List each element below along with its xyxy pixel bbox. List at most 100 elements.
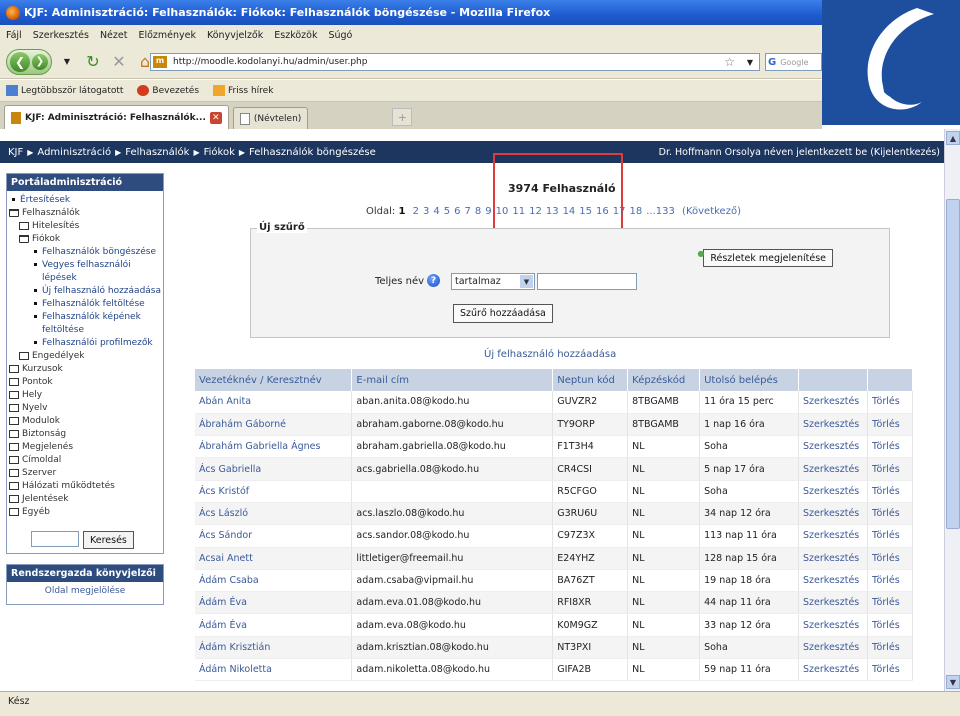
edit-user-link[interactable]: Szerkesztés [798, 636, 868, 660]
breadcrumb-users[interactable]: Felhasználók [125, 147, 189, 158]
delete-user-link[interactable]: Törlés [867, 547, 914, 570]
bookmark-page-link[interactable]: Oldal megjelölése [7, 582, 163, 604]
col-neptun[interactable]: Neptun kód [552, 369, 629, 391]
admin-search-input[interactable] [31, 531, 79, 547]
pager-link[interactable]: 5 [444, 206, 450, 217]
sidebar-item[interactable]: Pontok [9, 376, 161, 389]
edit-user-link[interactable]: Szerkesztés [798, 413, 868, 437]
pager-link[interactable]: 7 [465, 206, 471, 217]
sidebar-item[interactable]: Szerver [9, 467, 161, 480]
user-name-link[interactable]: Ács Gabriella [195, 457, 353, 481]
sidebar-item[interactable]: Felhasználók böngészése [9, 246, 161, 259]
sidebar-item[interactable]: Értesítések [9, 194, 161, 207]
pager-link[interactable]: 6 [454, 206, 460, 217]
sidebar-item[interactable]: Megjelenés [9, 441, 161, 454]
pager-link[interactable]: ...133 [646, 206, 675, 217]
user-name-link[interactable]: Ács Kristóf [195, 480, 353, 503]
user-name-link[interactable]: Ádám Csaba [195, 569, 353, 593]
breadcrumb-kjf[interactable]: KJF [8, 147, 23, 158]
scroll-up-icon[interactable]: ▲ [946, 131, 960, 145]
pager-link[interactable]: 11 [512, 206, 525, 217]
add-filter-button[interactable]: Szűrő hozzáadása [453, 304, 553, 323]
new-tab-button[interactable]: + [392, 108, 413, 126]
user-name-link[interactable]: Abán Anita [195, 391, 353, 414]
edit-user-link[interactable]: Szerkesztés [798, 591, 868, 615]
sidebar-item[interactable]: Címoldal [9, 454, 161, 467]
stop-icon[interactable]: ✕ [108, 51, 130, 73]
pager-link[interactable]: 16 [596, 206, 609, 217]
address-dropdown-icon[interactable]: ▼ [747, 58, 753, 67]
sidebar-item[interactable]: Egyéb [9, 506, 161, 519]
sidebar-item[interactable]: Jelentések [9, 493, 161, 506]
admin-search-button[interactable]: Keresés [83, 531, 134, 549]
delete-user-link[interactable]: Törlés [867, 457, 914, 481]
sidebar-item[interactable]: Hitelesítés [9, 220, 161, 233]
sidebar-item[interactable]: Biztonság [9, 428, 161, 441]
delete-user-link[interactable]: Törlés [867, 613, 914, 637]
delete-user-link[interactable]: Törlés [867, 502, 914, 526]
col-last-login[interactable]: Utolsó belépés [699, 369, 800, 391]
operator-select[interactable]: tartalmaz ▼ [451, 273, 535, 290]
sidebar-item[interactable]: Új felhasználó hozzáadása [9, 285, 161, 298]
back-arrow-icon[interactable]: ❮ [10, 51, 30, 72]
pager-link[interactable]: 8 [475, 206, 481, 217]
user-name-link[interactable]: Ádám Krisztián [195, 636, 353, 660]
pager-link[interactable]: 17 [613, 206, 626, 217]
sidebar-item[interactable]: Engedélyek [9, 350, 161, 363]
pager-link[interactable]: 12 [529, 206, 542, 217]
edit-user-link[interactable]: Szerkesztés [798, 435, 868, 459]
delete-user-link[interactable]: Törlés [867, 391, 914, 414]
sidebar-item[interactable]: Kurzusok [9, 363, 161, 376]
edit-user-link[interactable]: Szerkesztés [798, 391, 868, 414]
sidebar-item[interactable]: Vegyes felhasználói lépések [9, 259, 161, 285]
sidebar-item[interactable]: Felhasználók feltöltése [9, 298, 161, 311]
delete-user-link[interactable]: Törlés [867, 435, 914, 459]
forward-arrow-icon[interactable]: ❯ [32, 53, 48, 70]
edit-user-link[interactable]: Szerkesztés [798, 480, 868, 503]
tab-untitled[interactable]: (Névtelen) [232, 107, 309, 129]
sidebar-item[interactable]: Felhasználói profilmezők [9, 337, 161, 350]
edit-user-link[interactable]: Szerkesztés [798, 613, 868, 637]
pager-link[interactable]: 13 [546, 206, 559, 217]
menu-tools[interactable]: Eszközök [274, 30, 317, 41]
pager-link[interactable]: 4 [433, 206, 439, 217]
sidebar-item[interactable]: Fiókok [9, 233, 161, 246]
delete-user-link[interactable]: Törlés [867, 591, 914, 615]
menu-file[interactable]: Fájl [6, 30, 22, 41]
delete-user-link[interactable]: Törlés [867, 413, 914, 437]
delete-user-link[interactable]: Törlés [867, 658, 914, 682]
pager-link[interactable]: 15 [579, 206, 592, 217]
history-dropdown-icon[interactable]: ▼ [56, 51, 78, 73]
sidebar-item[interactable]: Modulok [9, 415, 161, 428]
full-name-input[interactable] [537, 273, 637, 290]
delete-user-link[interactable]: Törlés [867, 636, 914, 660]
breadcrumb-accounts[interactable]: Fiókok [204, 147, 235, 158]
reload-icon[interactable]: ↻ [82, 51, 104, 73]
edit-user-link[interactable]: Szerkesztés [798, 524, 868, 548]
user-name-link[interactable]: Ádám Éva [195, 591, 353, 615]
edit-user-link[interactable]: Szerkesztés [798, 569, 868, 593]
delete-user-link[interactable]: Törlés [867, 524, 914, 548]
sidebar-item[interactable]: Nyelv [9, 402, 161, 415]
delete-user-link[interactable]: Törlés [867, 480, 914, 503]
pager-link[interactable]: 2 [413, 206, 419, 217]
user-name-link[interactable]: Ács László [195, 502, 353, 526]
tab-kjf-admin[interactable]: KJF: Adminisztráció: Felhasználók... ✕ [4, 105, 229, 129]
pager-next[interactable]: (Következő) [682, 206, 741, 217]
menu-help[interactable]: Súgó [328, 30, 352, 41]
user-name-link[interactable]: Ádám Éva [195, 613, 353, 637]
bookmark-latest-headlines[interactable]: Friss hírek [213, 85, 273, 96]
sort-last-name[interactable]: Vezetéknév [199, 375, 257, 386]
menu-history[interactable]: Előzmények [138, 30, 196, 41]
pager-link[interactable]: 10 [496, 206, 509, 217]
pager-link[interactable]: 3 [423, 206, 429, 217]
menu-edit[interactable]: Szerkesztés [33, 30, 89, 41]
sort-first-name[interactable]: Keresztnév [267, 375, 322, 386]
edit-user-link[interactable]: Szerkesztés [798, 658, 868, 682]
vertical-scrollbar[interactable]: ▲ ▼ [944, 129, 960, 691]
user-name-link[interactable]: Ábrahám Gabriella Ágnes [195, 435, 353, 459]
scroll-down-icon[interactable]: ▼ [946, 675, 960, 689]
sidebar-item[interactable]: Hely [9, 389, 161, 402]
sidebar-item[interactable]: Felhasználók képének feltöltése [9, 311, 161, 337]
edit-user-link[interactable]: Szerkesztés [798, 502, 868, 526]
